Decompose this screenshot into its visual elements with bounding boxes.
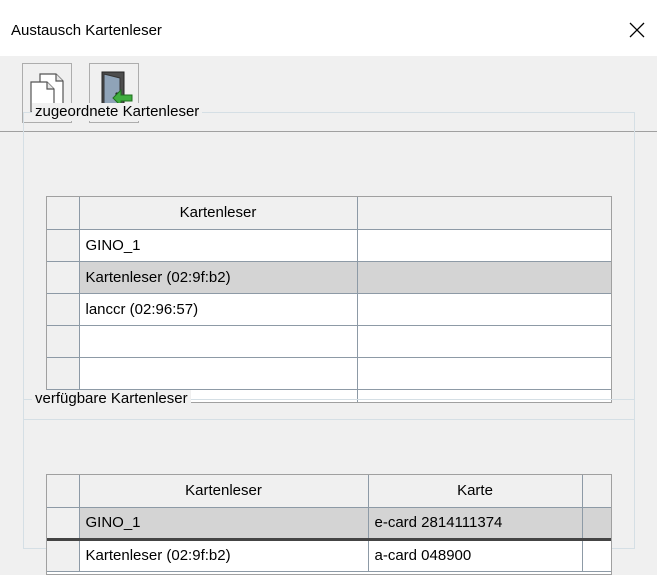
close-icon	[629, 22, 645, 38]
reader-cell[interactable]	[79, 325, 358, 358]
grid-header: Kartenleser Karte	[47, 475, 611, 508]
available-readers-legend: verfügbare Kartenleser	[32, 390, 191, 408]
available-readers-grid[interactable]: Kartenleser Karte GINO_1 e-card 28141113…	[46, 474, 612, 575]
row-header[interactable]	[47, 539, 80, 572]
extra-cell[interactable]	[357, 261, 611, 294]
extra-cell[interactable]	[357, 229, 611, 262]
title-bar: Austausch Kartenleser	[0, 0, 657, 56]
table-row[interactable]: lanccr (02:96:57)	[47, 293, 611, 326]
reader-cell[interactable]	[79, 357, 358, 390]
row-header[interactable]	[47, 293, 80, 326]
assigned-readers-legend: zugeordnete Kartenleser	[32, 103, 203, 121]
column-header-blank[interactable]	[357, 197, 611, 230]
row-header[interactable]	[47, 229, 80, 262]
table-row[interactable]	[47, 357, 611, 390]
reader-cell[interactable]: GINO_1	[79, 229, 358, 262]
extra-cell[interactable]	[357, 325, 611, 358]
row-header[interactable]	[47, 357, 80, 390]
row-header[interactable]	[47, 325, 80, 358]
table-row[interactable]	[47, 325, 611, 358]
row-header[interactable]	[47, 261, 80, 294]
blank-cell[interactable]	[582, 507, 611, 541]
close-button[interactable]	[621, 14, 653, 46]
table-row-selected[interactable]: GINO_1 e-card 2814111374	[47, 507, 611, 541]
table-row[interactable]: Kartenleser (02:9f:b2) a-card 048900	[47, 539, 611, 572]
column-header-reader[interactable]: Kartenleser	[79, 197, 358, 230]
column-header-reader[interactable]: Kartenleser	[79, 475, 369, 508]
column-header-blank[interactable]	[582, 475, 611, 508]
reader-cell[interactable]: Kartenleser (02:9f:b2)	[79, 539, 369, 572]
column-header-card[interactable]: Karte	[368, 475, 583, 508]
window-title: Austausch Kartenleser	[11, 22, 162, 39]
row-header	[47, 475, 80, 508]
row-header	[47, 197, 80, 230]
assigned-readers-grid[interactable]: Kartenleser GINO_1 Kartenleser (02:9f:b2…	[46, 196, 612, 403]
reader-cell[interactable]: GINO_1	[79, 507, 369, 541]
extra-cell[interactable]	[357, 293, 611, 326]
reader-cell[interactable]: lanccr (02:96:57)	[79, 293, 358, 326]
grid-header: Kartenleser	[47, 197, 611, 230]
table-row-selected[interactable]: Kartenleser (02:9f:b2)	[47, 261, 611, 294]
row-header[interactable]	[47, 507, 80, 541]
blank-cell[interactable]	[582, 539, 611, 572]
reader-cell[interactable]: Kartenleser (02:9f:b2)	[79, 261, 358, 294]
card-cell[interactable]: a-card 048900	[368, 539, 583, 572]
card-cell[interactable]: e-card 2814111374	[368, 507, 583, 541]
table-row[interactable]: GINO_1	[47, 229, 611, 262]
extra-cell[interactable]	[357, 357, 611, 390]
